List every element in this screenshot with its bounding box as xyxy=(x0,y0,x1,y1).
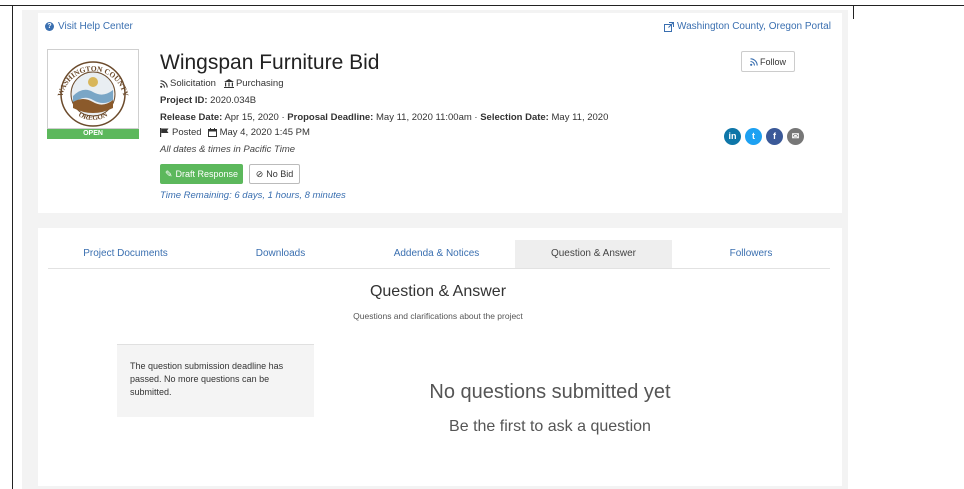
posted-date: May 4, 2020 1:45 PM xyxy=(219,127,310,138)
solicitation-tag: Solicitation xyxy=(160,78,216,89)
posted-label: Posted xyxy=(172,127,202,138)
tab-addenda-notices[interactable]: Addenda & Notices xyxy=(358,240,515,268)
tab-question-answer[interactable]: Question & Answer xyxy=(515,240,672,268)
time-remaining: Time Remaining: 6 days, 1 hours, 8 minut… xyxy=(160,190,346,201)
selection-date-label: Selection Date: xyxy=(480,112,549,123)
pencil-icon: ✎ xyxy=(164,168,173,179)
draft-response-label: Draft Response xyxy=(175,169,239,179)
proposal-deadline-label: Proposal Deadline: xyxy=(287,112,374,123)
rss-icon xyxy=(750,57,758,66)
tab-project-documents[interactable]: Project Documents xyxy=(48,240,203,268)
status-badge: OPEN xyxy=(47,129,139,139)
project-tabs: Project Documents Downloads Addenda & No… xyxy=(48,240,830,269)
deadline-notice-text: The question submission deadline has pas… xyxy=(130,361,284,397)
portal-label: Washington County, Oregon Portal xyxy=(677,21,831,32)
release-date-value: Apr 15, 2020 xyxy=(224,112,279,123)
follow-button[interactable]: Follow xyxy=(741,51,795,72)
empty-state-subtitle: Be the first to ask a question xyxy=(449,418,651,435)
agency-logo: WASHINGTON COUNTY OREGON OPEN xyxy=(47,49,139,139)
portal-link[interactable]: Washington County, Oregon Portal xyxy=(664,21,831,32)
proposal-deadline-value: May 11, 2020 11:00am xyxy=(376,112,472,123)
project-id-label: Project ID: xyxy=(160,95,208,106)
no-bid-button[interactable]: ⊘ No Bid xyxy=(249,164,300,184)
selection-date-value: May 11, 2020 xyxy=(551,112,609,123)
email-share-icon[interactable]: ✉ xyxy=(787,128,804,145)
county-seal-graphic: WASHINGTON COUNTY OREGON xyxy=(56,61,131,127)
section-title: Question & Answer xyxy=(369,283,507,300)
department-label: Purchasing xyxy=(235,78,284,89)
facebook-share-icon[interactable]: f xyxy=(766,128,783,145)
project-meta: Solicitation Purchasing xyxy=(160,78,283,89)
help-center-label: Visit Help Center xyxy=(58,21,133,32)
external-link-icon xyxy=(664,21,674,32)
frame-left-border xyxy=(12,5,13,489)
dates-line: Release Date: Apr 15, 2020 · Proposal De… xyxy=(160,112,609,123)
building-icon xyxy=(223,79,234,88)
project-id-line: Project ID: 2020.034B xyxy=(160,95,256,106)
empty-state-title: No questions submitted yet xyxy=(429,381,671,403)
rss-icon xyxy=(160,79,168,88)
twitter-share-icon[interactable]: t xyxy=(745,128,762,145)
calendar-icon xyxy=(207,128,217,137)
release-date-label: Release Date: xyxy=(160,112,223,123)
ban-icon: ⊘ xyxy=(255,168,264,179)
frame-right-border xyxy=(853,5,854,19)
tab-downloads[interactable]: Downloads xyxy=(203,240,358,268)
project-id-value: 2020.034B xyxy=(210,95,257,106)
department-tag: Purchasing xyxy=(223,78,284,89)
posted-line: Posted May 4, 2020 1:45 PM xyxy=(160,127,310,138)
frame-top-border xyxy=(0,5,964,6)
deadline-notice: The question submission deadline has pas… xyxy=(117,344,314,417)
solicitation-label: Solicitation xyxy=(170,78,216,89)
linkedin-share-icon[interactable]: in xyxy=(724,128,741,145)
flag-icon xyxy=(160,128,169,137)
tab-followers[interactable]: Followers xyxy=(672,240,830,268)
draft-response-button[interactable]: ✎ Draft Response xyxy=(160,164,243,184)
page-title: Wingspan Furniture Bid xyxy=(160,51,380,74)
county-seal: WASHINGTON COUNTY OREGON xyxy=(47,49,139,129)
follow-label: Follow xyxy=(759,56,786,67)
help-center-link[interactable]: ? Visit Help Center xyxy=(45,21,133,32)
no-bid-label: No Bid xyxy=(266,169,294,179)
section-subtitle: Questions and clarifications about the p… xyxy=(353,311,523,321)
timezone-note: All dates & times in Pacific Time xyxy=(160,144,296,155)
question-circle-icon: ? xyxy=(45,22,54,31)
